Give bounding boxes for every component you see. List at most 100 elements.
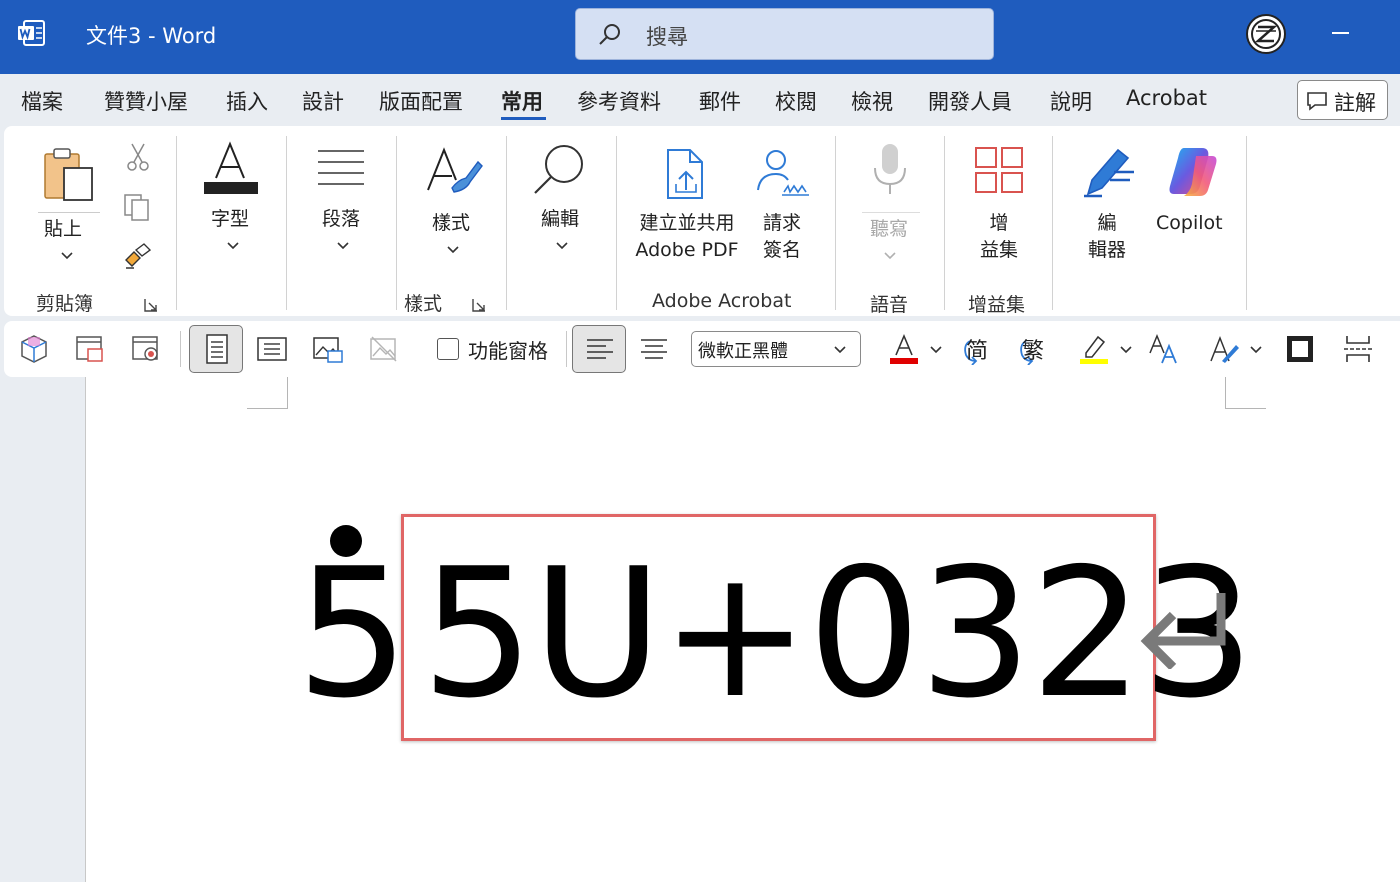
- alt-picture-icon[interactable]: [368, 333, 400, 365]
- copilot-icon: [1169, 148, 1217, 196]
- ribbon-separator: [616, 136, 617, 310]
- dialog-launcher-icon[interactable]: [472, 298, 486, 312]
- toolbar-separator: [566, 331, 567, 367]
- comments-button[interactable]: 註解: [1297, 80, 1388, 120]
- styles-icon: [427, 147, 483, 193]
- comment-icon: [1307, 92, 1327, 111]
- crop-mark: [287, 377, 288, 409]
- ribbon-separator: [1246, 136, 1247, 310]
- navigation-pane-label: 功能窗格: [468, 339, 548, 363]
- tab-design[interactable]: 設計: [302, 86, 344, 116]
- tab-home[interactable]: 常用: [501, 86, 543, 116]
- tab-file[interactable]: 檔案: [21, 86, 63, 116]
- quick-toolbar: 功能窗格 微軟正黑體 简 繁: [4, 321, 1400, 377]
- tab-references[interactable]: 參考資料: [577, 86, 661, 116]
- ribbon-separator: [396, 136, 397, 310]
- add-ins-group-label: 增益集: [968, 294, 1026, 316]
- chevron-down-icon: [447, 246, 459, 254]
- tab-developer[interactable]: 開發人員: [928, 86, 1012, 116]
- tab-zanzan[interactable]: 贊贊小屋: [104, 86, 188, 116]
- tab-view[interactable]: 檢視: [851, 86, 893, 116]
- tab-acrobat[interactable]: Acrobat: [1126, 86, 1207, 110]
- editor-label-1: 編: [1097, 212, 1117, 234]
- paste-icon: [44, 148, 93, 201]
- dictate-label: 聽寫: [870, 218, 909, 240]
- screen-record-icon[interactable]: [130, 333, 162, 365]
- font-name-dropdown[interactable]: 微軟正黑體: [691, 331, 861, 367]
- font-color-icon[interactable]: [888, 333, 920, 365]
- create-pdf-label-1: 建立並共用: [639, 212, 735, 234]
- tab-help[interactable]: 說明: [1050, 86, 1092, 116]
- chevron-down-icon: [61, 252, 73, 260]
- document-page[interactable]: 5 5U+0323: [85, 377, 1400, 882]
- acrobat-group-label: Adobe Acrobat: [652, 290, 792, 312]
- chevron-down-icon[interactable]: [1120, 346, 1132, 354]
- chevron-down-icon: [884, 252, 896, 260]
- user-avatar-icon[interactable]: [1245, 13, 1287, 55]
- paste-label: 貼上: [44, 218, 83, 240]
- editor-icon: [1084, 148, 1134, 198]
- screen-clipping-icon[interactable]: [74, 333, 106, 365]
- paragraph-label: 段落: [322, 208, 361, 230]
- document-margin: [0, 377, 85, 882]
- chevron-down-icon[interactable]: [930, 346, 942, 354]
- ribbon-separator: [944, 136, 945, 310]
- tab-layout[interactable]: 版面配置: [379, 86, 463, 116]
- print-layout-button[interactable]: [189, 325, 243, 373]
- find-icon: [534, 145, 583, 194]
- microphone-icon: [874, 144, 906, 194]
- format-painter-icon[interactable]: [122, 242, 152, 272]
- navigation-pane-checkbox[interactable]: [437, 338, 459, 360]
- add-ins-icon: [975, 147, 1023, 193]
- chevron-down-icon: [337, 242, 349, 250]
- change-case-icon[interactable]: [1148, 333, 1180, 365]
- copilot-label: Copilot: [1156, 212, 1223, 234]
- active-tab-indicator: [501, 117, 546, 120]
- ribbon-separator: [506, 136, 507, 310]
- copy-icon[interactable]: [122, 192, 152, 222]
- unicode-code-text[interactable]: 5U+0323: [421, 545, 1255, 723]
- tab-review[interactable]: 校閱: [775, 86, 817, 116]
- add-ins-label-1: 增: [989, 212, 1009, 234]
- word-logo-icon[interactable]: [16, 18, 46, 48]
- search-input[interactable]: 搜尋: [575, 8, 994, 60]
- align-left-icon: [587, 339, 613, 359]
- ribbon-separator: [286, 136, 287, 310]
- web-layout-icon[interactable]: [256, 333, 288, 365]
- chevron-down-icon: [227, 242, 239, 250]
- align-center-icon[interactable]: [638, 333, 670, 365]
- highlight-color-icon[interactable]: [1078, 333, 1110, 365]
- combined-character: 5: [296, 525, 409, 723]
- ribbon-separator: [835, 136, 836, 310]
- page-border-icon[interactable]: [1284, 333, 1316, 365]
- chevron-down-icon: [556, 242, 568, 250]
- toolbar-separator: [180, 331, 181, 367]
- document-title: 文件3 - Word: [86, 24, 217, 48]
- dialog-launcher-icon[interactable]: [144, 298, 158, 312]
- insert-picture-icon[interactable]: [312, 333, 344, 365]
- styles-label: 樣式: [432, 212, 471, 234]
- ribbon-separator: [1052, 136, 1053, 310]
- editor-label-2: 輯器: [1087, 239, 1126, 261]
- tab-mailings[interactable]: 郵件: [699, 86, 741, 116]
- crop-mark: [1225, 408, 1266, 409]
- ribbon-home: 貼上 剪貼簿 字型 段落 樣式 樣式 編輯 建立並共用 Adobe PDF 請求…: [4, 126, 1400, 316]
- chevron-down-icon: [834, 346, 846, 354]
- voice-group-label: 語音: [870, 294, 909, 316]
- paragraph-mark-icon: [1140, 593, 1226, 669]
- styles-group-label: 樣式: [404, 293, 443, 315]
- font-name-value: 微軟正黑體: [698, 341, 788, 362]
- tab-insert[interactable]: 插入: [226, 86, 268, 116]
- ribbon-tabs: 檔案 贊贊小屋 插入 設計 版面配置 常用 參考資料 郵件 校閱 檢視 開發人員…: [0, 74, 1400, 126]
- page-break-icon[interactable]: [1342, 333, 1374, 365]
- cut-icon[interactable]: [124, 142, 152, 172]
- 3d-model-icon[interactable]: [18, 333, 50, 365]
- align-left-button[interactable]: [572, 325, 626, 373]
- chevron-down-icon[interactable]: [1250, 346, 1262, 354]
- text-effects-icon[interactable]: [1208, 333, 1240, 365]
- font-label: 字型: [211, 208, 250, 230]
- minimize-button[interactable]: [1328, 18, 1358, 48]
- search-placeholder: 搜尋: [646, 25, 688, 49]
- base-character: 5: [296, 530, 410, 737]
- title-bar: 文件3 - Word 搜尋: [0, 0, 1400, 74]
